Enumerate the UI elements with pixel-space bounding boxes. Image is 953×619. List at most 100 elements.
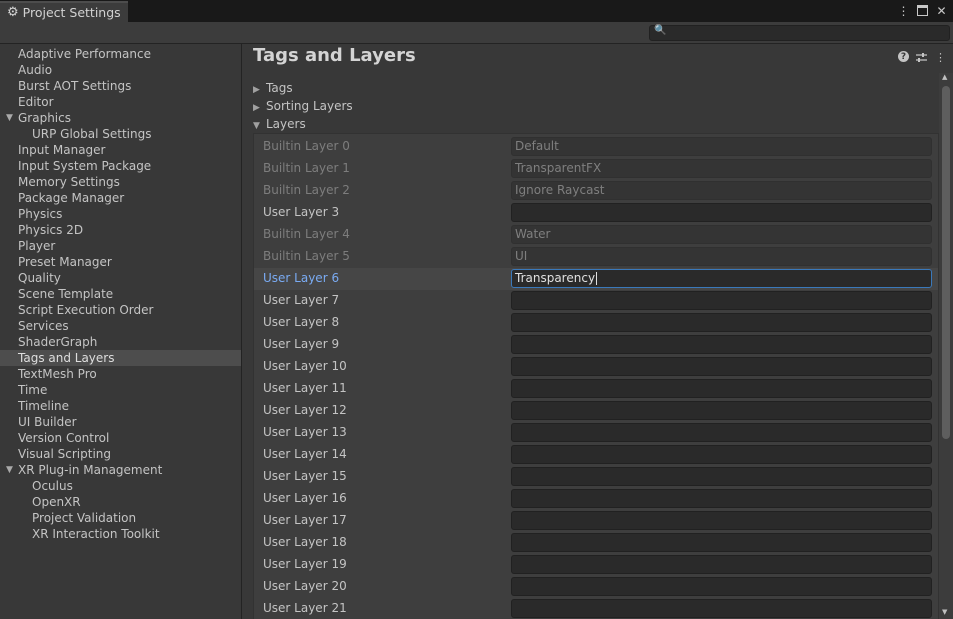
layer-row: User Layer 16 <box>254 488 938 510</box>
layer-name-field[interactable] <box>511 379 932 398</box>
sidebar-item-label: Graphics <box>18 111 71 125</box>
settings-sliders-icon[interactable] <box>915 51 928 64</box>
sidebar-item[interactable]: URP Global Settings <box>0 126 241 142</box>
sidebar-item[interactable]: Quality <box>0 270 241 286</box>
layer-name-field[interactable] <box>511 203 932 222</box>
vertical-scrollbar[interactable]: ▲ ▼ <box>939 73 953 619</box>
tags-foldout[interactable]: ▶ Tags <box>253 79 293 97</box>
sidebar-item[interactable]: Script Execution Order <box>0 302 241 318</box>
sidebar-item[interactable]: Time <box>0 382 241 398</box>
layer-name-field[interactable] <box>511 577 932 596</box>
sidebar-item[interactable]: Player <box>0 238 241 254</box>
sidebar-item[interactable]: Memory Settings <box>0 174 241 190</box>
scrollbar-thumb[interactable] <box>942 86 950 439</box>
sidebar-item-label: Time <box>18 383 48 397</box>
sidebar-item[interactable]: Adaptive Performance <box>0 46 241 62</box>
layer-row: User Layer 14 <box>254 444 938 466</box>
layer-name-field[interactable] <box>511 423 932 442</box>
gear-icon: ⚙ <box>7 5 19 20</box>
sidebar-item[interactable]: Input System Package <box>0 158 241 174</box>
search-input[interactable]: 🔍 <box>649 25 950 41</box>
layer-name-field[interactable] <box>511 511 932 530</box>
sidebar-item[interactable]: ▼ XR Plug-in Management <box>0 462 241 478</box>
scroll-down-icon[interactable]: ▼ <box>942 608 947 616</box>
chevron-down-icon[interactable]: ▼ <box>6 110 13 126</box>
maximize-icon[interactable] <box>915 3 930 18</box>
sidebar-item-label: Tags and Layers <box>18 351 115 365</box>
sidebar-item[interactable]: Timeline <box>0 398 241 414</box>
sidebar-item-label: Burst AOT Settings <box>18 79 132 93</box>
layer-name-field[interactable] <box>511 313 932 332</box>
sidebar-item[interactable]: UI Builder <box>0 414 241 430</box>
sidebar-item[interactable]: Version Control <box>0 430 241 446</box>
layer-label: Builtin Layer 4 <box>263 227 350 241</box>
sidebar-item[interactable]: Visual Scripting <box>0 446 241 462</box>
sidebar-item[interactable]: Services <box>0 318 241 334</box>
scroll-up-icon[interactable]: ▲ <box>942 73 947 81</box>
help-icon[interactable]: ? <box>898 51 909 62</box>
layer-label: User Layer 3 <box>263 205 340 219</box>
sidebar-item-label: URP Global Settings <box>32 127 152 141</box>
layer-row: User Layer 10 <box>254 356 938 378</box>
layer-name-field[interactable] <box>511 489 932 508</box>
layer-label: Builtin Layer 2 <box>263 183 350 197</box>
sorting-layers-foldout[interactable]: ▶ Sorting Layers <box>253 97 353 115</box>
sidebar-item[interactable]: Physics 2D <box>0 222 241 238</box>
layer-label: User Layer 17 <box>263 513 347 527</box>
sidebar-item-label: Preset Manager <box>18 255 112 269</box>
sidebar-item[interactable]: Physics <box>0 206 241 222</box>
sidebar-item-label: XR Plug-in Management <box>18 463 163 477</box>
sidebar-item-label: Player <box>18 239 56 253</box>
project-settings-tab[interactable]: ⚙ Project Settings <box>0 1 128 22</box>
sidebar-item[interactable]: Preset Manager <box>0 254 241 270</box>
sidebar-item[interactable]: XR Interaction Toolkit <box>0 526 241 542</box>
chevron-down-icon[interactable]: ▼ <box>6 462 13 478</box>
sidebar-item[interactable]: Oculus <box>0 478 241 494</box>
layer-name-field[interactable] <box>511 445 932 464</box>
layer-row: User Layer 20 <box>254 576 938 598</box>
layer-row: User Layer 6 Transparency <box>254 268 938 290</box>
layers-foldout[interactable]: ▼ Layers <box>253 115 306 133</box>
layer-name-field[interactable] <box>511 291 932 310</box>
layer-row: Builtin Layer 4 Water <box>254 224 938 246</box>
more-icon[interactable]: ⋮ <box>934 51 947 64</box>
sidebar-item[interactable]: Editor <box>0 94 241 110</box>
layer-name-field[interactable]: Transparency <box>511 269 932 288</box>
sidebar-item[interactable]: ShaderGraph <box>0 334 241 350</box>
sidebar-item-label: Timeline <box>18 399 70 413</box>
layer-row: User Layer 7 <box>254 290 938 312</box>
layer-label: User Layer 9 <box>263 337 340 351</box>
sidebar-item[interactable]: Input Manager <box>0 142 241 158</box>
layer-name-field[interactable] <box>511 335 932 354</box>
sidebar-item[interactable]: Scene Template <box>0 286 241 302</box>
layer-row: User Layer 15 <box>254 466 938 488</box>
layer-label: User Layer 8 <box>263 315 340 329</box>
window-buttons: ⋮ ✕ <box>896 3 949 18</box>
layer-name-field[interactable] <box>511 357 932 376</box>
layer-row: User Layer 19 <box>254 554 938 576</box>
layer-name-field[interactable] <box>511 401 932 420</box>
layer-row: User Layer 17 <box>254 510 938 532</box>
layer-label: Builtin Layer 0 <box>263 139 350 153</box>
sidebar-item[interactable]: OpenXR <box>0 494 241 510</box>
sidebar-item[interactable]: Package Manager <box>0 190 241 206</box>
sidebar-item[interactable]: TextMesh Pro <box>0 366 241 382</box>
sidebar-item[interactable]: Tags and Layers <box>0 350 241 366</box>
sidebar-item-label: Oculus <box>32 479 73 493</box>
sidebar-item-label: Package Manager <box>18 191 125 205</box>
layer-row: User Layer 18 <box>254 532 938 554</box>
layer-name-field[interactable] <box>511 599 932 618</box>
sidebar-item[interactable]: Burst AOT Settings <box>0 78 241 94</box>
sidebar-item-label: Version Control <box>18 431 110 445</box>
layer-name-field[interactable] <box>511 467 932 486</box>
text-caret <box>596 272 598 285</box>
sidebar-item[interactable]: Audio <box>0 62 241 78</box>
layer-name-field[interactable] <box>511 555 932 574</box>
close-icon[interactable]: ✕ <box>934 3 949 18</box>
sidebar-item[interactable]: ▼ Graphics <box>0 110 241 126</box>
layer-name-field[interactable] <box>511 533 932 552</box>
sidebar-item[interactable]: Project Validation <box>0 510 241 526</box>
section-label: Layers <box>266 117 306 131</box>
more-icon[interactable]: ⋮ <box>896 3 911 18</box>
layer-row: User Layer 9 <box>254 334 938 356</box>
